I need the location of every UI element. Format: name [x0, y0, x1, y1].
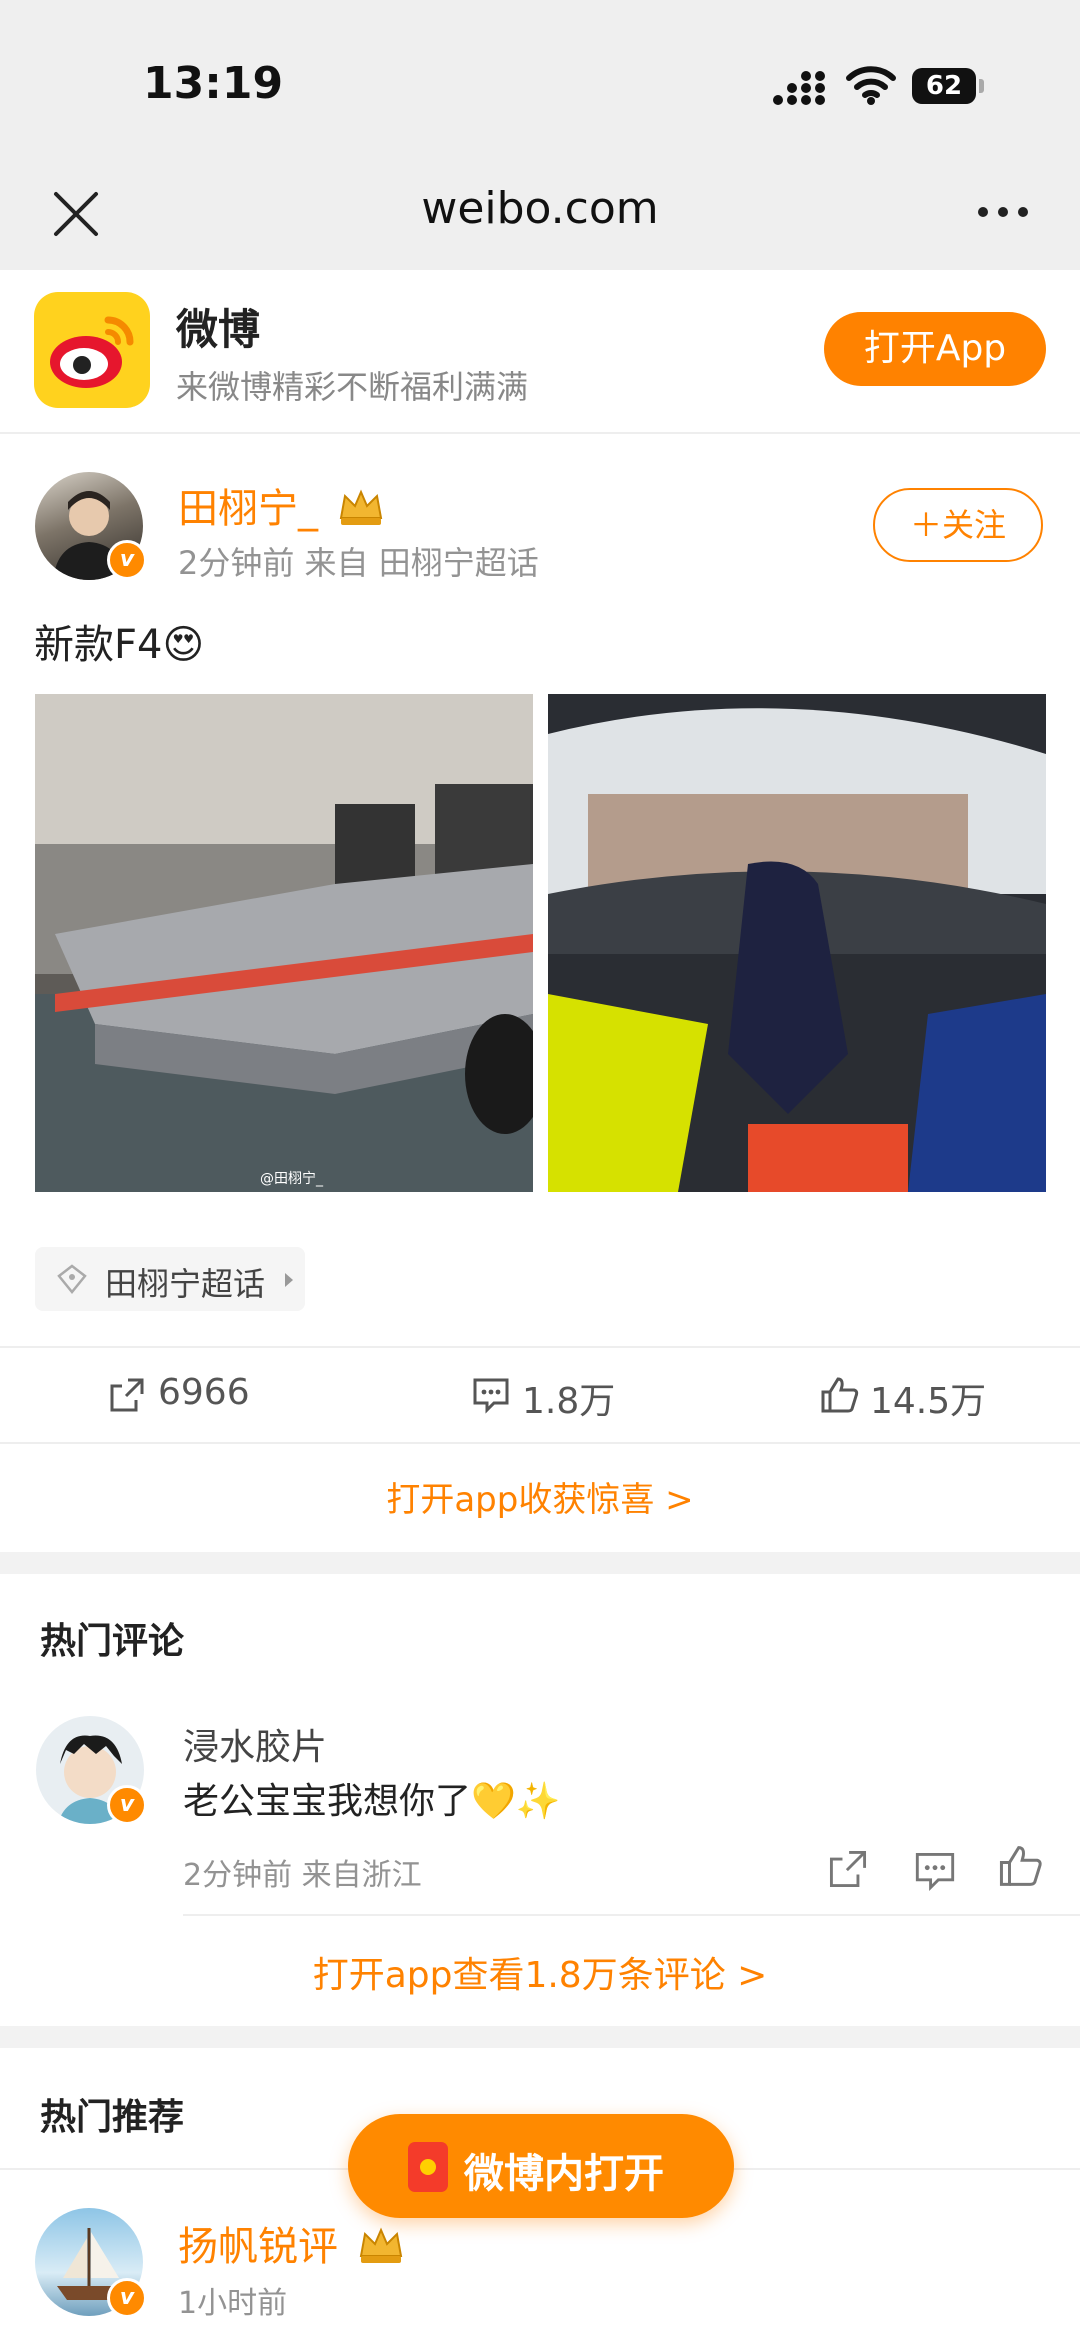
comment-meta: 2分钟前 来自浙江 — [183, 1858, 422, 1893]
app-download-banner: 微博 来微博精彩不断福利满满 打开App — [0, 270, 1080, 434]
red-envelope-icon — [408, 2142, 448, 2192]
post-meta: 2分钟前 来自 田栩宁超话 — [178, 544, 539, 582]
post-action-bar: 6966 1.8万 14.5万 — [0, 1346, 1080, 1444]
follow-button[interactable]: ＋关注 — [873, 488, 1043, 562]
comment-reply-icon[interactable] — [914, 1850, 956, 1892]
comment-repost-icon[interactable] — [827, 1848, 869, 1890]
comment-count: 1.8万 — [522, 1381, 616, 1422]
app-name: 微博 — [176, 305, 261, 354]
follow-label: 关注 — [942, 506, 1007, 544]
repost-icon — [110, 1378, 144, 1412]
comment-text: 老公宝宝我想你了💛✨ — [183, 1781, 561, 1822]
view-more-comments-link[interactable]: 打开app查看1.8万条评论 > — [0, 1946, 1080, 1998]
more-options-icon[interactable] — [975, 192, 1031, 232]
hot-comments-title: 热门评论 — [40, 1621, 185, 1662]
recommended-post-meta: 1小时前 — [178, 2286, 288, 2321]
open-app-surprise-link[interactable]: 打开app收获惊喜 > — [0, 1472, 1080, 1521]
verified-badge-icon: v — [107, 540, 147, 580]
author-name[interactable]: 田栩宁_ — [178, 476, 385, 534]
address-bar-url[interactable]: weibo.com — [0, 183, 1080, 234]
author-name-text: 田栩宁_ — [178, 486, 318, 532]
hot-recommendations-title: 热门推荐 — [40, 2097, 185, 2138]
thumbs-up-icon — [821, 1377, 859, 1413]
cellular-signal-icon — [773, 71, 825, 105]
open-app-button[interactable]: 打开App — [824, 312, 1046, 386]
wifi-icon — [846, 66, 896, 105]
section-divider — [0, 1552, 1080, 1574]
section-divider — [0, 2026, 1080, 2048]
status-time: 13:19 — [143, 58, 284, 109]
recommended-author-text: 扬帆锐评 — [178, 2224, 338, 2270]
post-text: 新款F4😍 — [34, 622, 205, 668]
browser-chrome: 13:19 62 weibo.com — [0, 0, 1080, 270]
battery-level: 62 — [912, 68, 976, 104]
chevron-right-icon — [285, 1273, 293, 1287]
battery-icon: 62 — [912, 68, 984, 104]
plus-icon: ＋ — [909, 506, 942, 544]
commenter-name[interactable]: 浸水胶片 — [183, 1718, 327, 1770]
topic-tag-label: 田栩宁超话 — [105, 1265, 266, 1303]
post-image-race-car[interactable]: @田栩宁_ — [35, 694, 533, 1192]
recommended-author-name[interactable]: 扬帆锐评 — [178, 2214, 405, 2272]
crown-badge-icon — [359, 2227, 402, 2263]
post-image-driver-helmet[interactable] — [548, 694, 1046, 1192]
open-in-weibo-label: 微博内打开 — [464, 2151, 664, 2197]
comment-divider — [183, 1914, 1080, 1916]
app-slogan: 来微博精彩不断福利满满 — [176, 368, 529, 406]
like-count: 14.5万 — [870, 1381, 987, 1422]
recommended-verified-badge-icon: v — [107, 2278, 147, 2318]
topic-diamond-icon — [57, 1264, 87, 1294]
crown-badge-icon — [339, 489, 382, 525]
weibo-logo-icon — [34, 292, 150, 408]
commenter-verified-badge-icon: v — [107, 1785, 147, 1825]
topic-tag[interactable]: 田栩宁超话 — [35, 1247, 305, 1311]
comment-icon — [473, 1378, 509, 1414]
repost-count: 6966 — [158, 1372, 250, 1413]
image-watermark: @田栩宁_ — [260, 1171, 323, 1187]
open-in-weibo-button[interactable]: 微博内打开 — [348, 2114, 734, 2218]
comment-like-icon[interactable] — [998, 1844, 1044, 1888]
